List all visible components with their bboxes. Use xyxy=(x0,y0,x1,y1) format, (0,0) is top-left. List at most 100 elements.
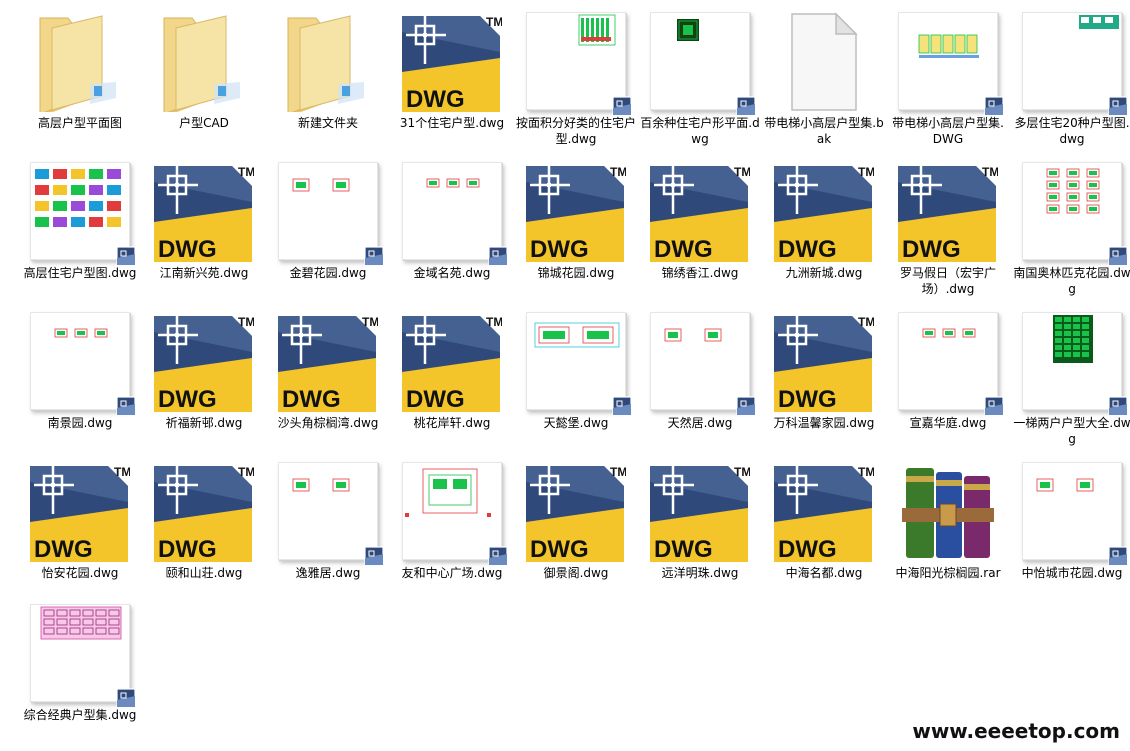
rar-archive-icon xyxy=(898,462,998,562)
dwg-badge-icon xyxy=(488,246,508,266)
dwg-badge-icon xyxy=(1108,246,1128,266)
file-name: 九洲新城.dwg xyxy=(785,266,863,280)
dwg-file-icon: DWG TM xyxy=(774,312,874,412)
file-name: 31个住宅户型.dwg xyxy=(399,116,505,130)
dwg-badge-icon xyxy=(116,396,136,416)
file-preview-thumbnail xyxy=(898,12,998,110)
file-preview-thumbnail xyxy=(402,462,502,560)
file-item[interactable]: 高层住宅户型图.dwg xyxy=(18,154,142,304)
file-name: 江南新兴苑.dwg xyxy=(159,266,249,280)
file-item[interactable]: 中海阳光棕榈园.rar xyxy=(886,454,1010,604)
file-item[interactable]: 按面积分好类的住宅户型.dwg xyxy=(514,4,638,154)
file-name: 带电梯小高层户型集.bak xyxy=(764,116,884,146)
file-name: 宣嘉华庭.dwg xyxy=(909,416,987,430)
dwg-file-icon: DWG TM xyxy=(774,462,874,562)
file-item[interactable]: 逸雅居.dwg xyxy=(266,454,390,604)
svg-text:DWG: DWG xyxy=(406,386,465,412)
file-item[interactable]: DWG TM 怡安花园.dwg xyxy=(18,454,142,604)
file-item[interactable]: 新建文件夹 xyxy=(266,4,390,154)
file-item[interactable]: 天然居.dwg xyxy=(638,304,762,454)
file-item[interactable]: DWG TM 远洋明珠.dwg xyxy=(638,454,762,604)
file-item[interactable]: DWG TM 罗马假日（宏宇广场）.dwg xyxy=(886,154,1010,304)
svg-text:TM: TM xyxy=(486,315,502,329)
dwg-file-icon: DWG TM xyxy=(774,162,874,262)
file-item[interactable]: DWG TM 颐和山荘.dwg xyxy=(142,454,266,604)
dwg-preview-icon xyxy=(30,604,136,708)
dwg-preview-icon xyxy=(526,12,632,116)
file-preview-thumbnail xyxy=(650,312,750,410)
file-item[interactable]: 带电梯小高层户型集.bak xyxy=(762,4,886,154)
file-name: 南景园.dwg xyxy=(47,416,113,430)
file-preview-thumbnail xyxy=(898,312,998,410)
generic-file-icon xyxy=(774,12,874,112)
file-item[interactable]: 南国奥林匹克花园.dwg xyxy=(1010,154,1130,304)
file-item[interactable]: DWG TM 九洲新城.dwg xyxy=(762,154,886,304)
dwg-file-icon: DWG TM xyxy=(898,162,998,262)
svg-text:DWG: DWG xyxy=(406,86,465,112)
svg-text:TM: TM xyxy=(238,465,254,479)
file-name: 综合经典户型集.dwg xyxy=(23,708,137,722)
svg-text:DWG: DWG xyxy=(158,536,217,562)
file-item[interactable]: DWG TM 御景阁.dwg xyxy=(514,454,638,604)
file-grid: 高层户型平面图 户型CAD 新建文件夹 DWG TM 31个住宅户型.dwg 按… xyxy=(0,0,1130,751)
svg-text:TM: TM xyxy=(610,465,626,479)
file-name: 户型CAD xyxy=(179,116,229,130)
file-name: 高层住宅户型图.dwg xyxy=(23,266,137,280)
file-item[interactable]: 中怡城市花园.dwg xyxy=(1010,454,1130,604)
file-preview-thumbnail xyxy=(1022,162,1122,260)
file-item[interactable]: DWG TM 锦城花园.dwg xyxy=(514,154,638,304)
svg-text:TM: TM xyxy=(858,165,874,179)
file-item[interactable]: 带电梯小高层户型集.DWG xyxy=(886,4,1010,154)
dwg-file-icon: DWG TM xyxy=(154,312,254,412)
svg-text:DWG: DWG xyxy=(902,236,961,262)
file-name: 怡安花园.dwg xyxy=(41,566,119,580)
dwg-file-icon: DWG TM xyxy=(650,162,750,262)
dwg-preview-icon xyxy=(526,312,632,416)
svg-text:DWG: DWG xyxy=(158,236,217,262)
dwg-file-icon: DWG TM xyxy=(526,462,626,562)
dwg-preview-icon xyxy=(1022,162,1128,266)
file-item[interactable]: 高层户型平面图 xyxy=(18,4,142,154)
file-item[interactable]: DWG TM 江南新兴苑.dwg xyxy=(142,154,266,304)
dwg-badge-icon xyxy=(116,688,136,708)
file-item[interactable]: 一梯两户户型大全.dwg xyxy=(1010,304,1130,454)
file-item[interactable]: 综合经典户型集.dwg xyxy=(18,596,142,746)
file-name: 御景阁.dwg xyxy=(543,566,609,580)
svg-text:DWG: DWG xyxy=(530,536,589,562)
svg-text:DWG: DWG xyxy=(778,236,837,262)
file-preview-thumbnail xyxy=(1022,312,1122,410)
svg-text:TM: TM xyxy=(858,315,874,329)
file-preview-thumbnail xyxy=(1022,462,1122,560)
file-name: 桃花岸轩.dwg xyxy=(413,416,491,430)
file-item[interactable]: DWG TM 31个住宅户型.dwg xyxy=(390,4,514,154)
file-preview-thumbnail xyxy=(30,162,130,260)
svg-text:DWG: DWG xyxy=(654,536,713,562)
svg-text:TM: TM xyxy=(114,465,130,479)
file-name: 南国奥林匹克花园.dwg xyxy=(1013,266,1130,296)
file-item[interactable]: DWG TM 锦绣香江.dwg xyxy=(638,154,762,304)
file-item[interactable]: 金域名苑.dwg xyxy=(390,154,514,304)
file-item[interactable]: 天懿堡.dwg xyxy=(514,304,638,454)
dwg-badge-icon xyxy=(116,246,136,266)
file-item[interactable]: DWG TM 桃花岸轩.dwg xyxy=(390,304,514,454)
dwg-badge-icon xyxy=(488,546,508,566)
file-preview-thumbnail xyxy=(526,312,626,410)
svg-text:DWG: DWG xyxy=(34,536,93,562)
file-item[interactable]: 户型CAD xyxy=(142,4,266,154)
file-item[interactable]: 宣嘉华庭.dwg xyxy=(886,304,1010,454)
file-name: 金域名苑.dwg xyxy=(413,266,491,280)
file-item[interactable]: 百余种住宅户形平面.dwg xyxy=(638,4,762,154)
file-item[interactable]: 友和中心广场.dwg xyxy=(390,454,514,604)
file-preview-thumbnail xyxy=(278,162,378,260)
file-item[interactable]: 多层住宅20种户型图.dwg xyxy=(1010,4,1130,154)
file-item[interactable]: DWG TM 中海名都.dwg xyxy=(762,454,886,604)
file-item[interactable]: DWG TM 祈福新邨.dwg xyxy=(142,304,266,454)
dwg-file-icon: DWG TM xyxy=(650,462,750,562)
file-item[interactable]: 金碧花园.dwg xyxy=(266,154,390,304)
file-item[interactable]: DWG TM 万科温馨家园.dwg xyxy=(762,304,886,454)
dwg-badge-icon xyxy=(736,396,756,416)
file-item[interactable]: DWG TM 沙头角棕榈湾.dwg xyxy=(266,304,390,454)
svg-text:DWG: DWG xyxy=(158,386,217,412)
file-name: 高层户型平面图 xyxy=(37,116,122,130)
file-item[interactable]: 南景园.dwg xyxy=(18,304,142,454)
